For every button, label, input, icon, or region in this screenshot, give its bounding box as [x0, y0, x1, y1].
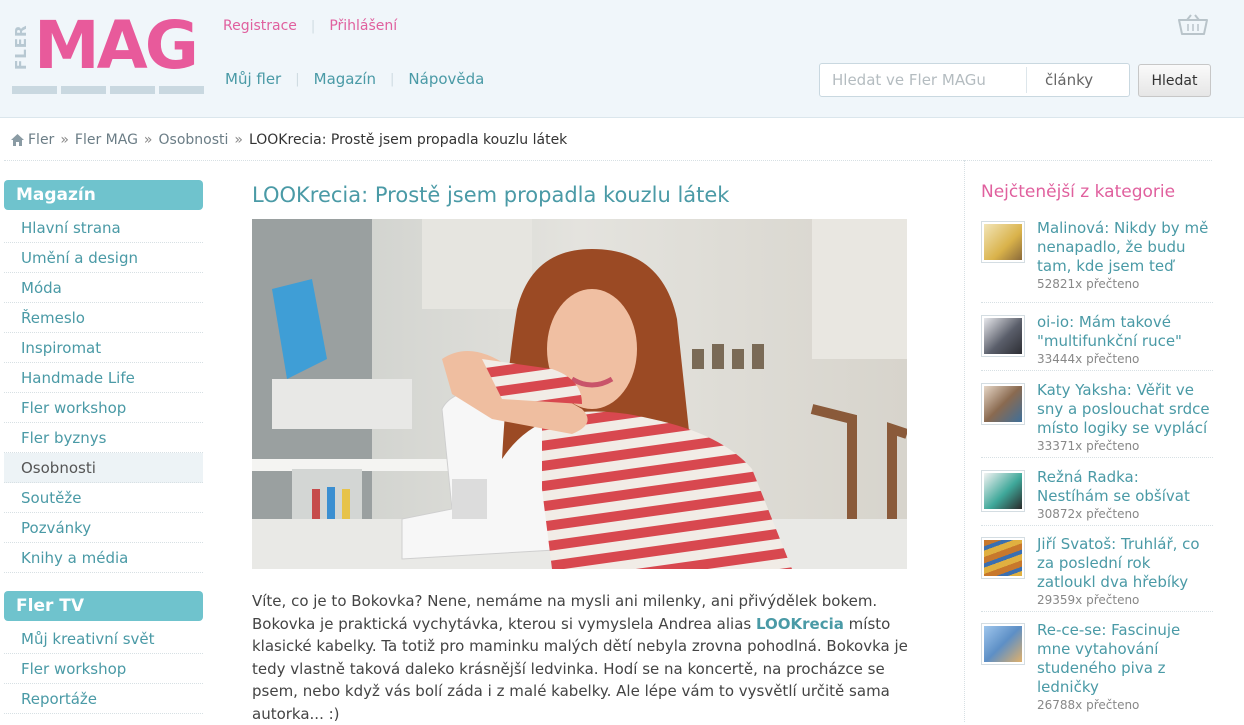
- popular-read-count: 29359x přečteno: [1037, 593, 1140, 607]
- breadcrumb-separator: »: [60, 132, 69, 148]
- left-sidebar: Magazín Hlavní strana Umění a design Mód…: [4, 180, 203, 714]
- popular-thumbnail[interactable]: [981, 221, 1025, 263]
- popular-title[interactable]: Režná Radka: Nestíhám se obšívat: [1037, 468, 1213, 506]
- basket-icon[interactable]: [1178, 14, 1208, 36]
- logo-fler-text: FLER: [12, 24, 30, 70]
- breadcrumb-separator: »: [234, 132, 243, 148]
- popular-read-count: 26788x přečteno: [1037, 698, 1140, 712]
- popular-thumbnail[interactable]: [981, 537, 1025, 579]
- sidebar-item-muj-kreativni-svet[interactable]: Můj kreativní svět: [4, 624, 203, 654]
- popular-sidebar: Nejčtenější z kategorie Malinová: Nikdy …: [981, 180, 1213, 712]
- sidebar-item-remeslo[interactable]: Řemeslo: [4, 303, 203, 333]
- nav-help[interactable]: Nápověda: [408, 70, 484, 88]
- author-link[interactable]: LOOKrecia: [756, 615, 844, 633]
- divider: |: [295, 71, 300, 87]
- popular-title[interactable]: Jiří Svatoš: Truhlář, co za poslední rok…: [1037, 535, 1213, 592]
- search-scope-select[interactable]: články: [1026, 67, 1093, 93]
- logo-mag-text: MAG: [34, 7, 199, 84]
- sidebar-item-reportaze[interactable]: Reportáže: [4, 684, 203, 714]
- sidebar-item-tv-fler-workshop[interactable]: Fler workshop: [4, 654, 203, 684]
- article-photo: [252, 219, 907, 569]
- breadcrumb: Fler » Fler MAG » Osobnosti » LOOKrecia:…: [11, 132, 567, 148]
- divider: [964, 160, 965, 722]
- popular-title[interactable]: Katy Yaksha: Věřit ve sny a poslouchat s…: [1037, 381, 1213, 438]
- sidebar-item-hlavni-strana[interactable]: Hlavní strana: [4, 213, 203, 243]
- article: LOOKrecia: Prostě jsem propadla kouzlu l…: [252, 180, 908, 723]
- sidebar-heading-fler-tv[interactable]: Fler TV: [4, 591, 203, 621]
- popular-title[interactable]: oi-io: Mám takové "multifunkční ruce": [1037, 313, 1213, 351]
- nav-my-fler[interactable]: Můj fler: [225, 70, 281, 88]
- popular-item[interactable]: Režná Radka: Nestíhám se obšívat 30872x …: [981, 468, 1213, 526]
- popular-item[interactable]: Malinová: Nikdy by mě nenapadlo, že budu…: [981, 219, 1213, 303]
- popular-read-count: 33444x přečteno: [1037, 352, 1140, 366]
- sidebar-item-fler-workshop[interactable]: Fler workshop: [4, 393, 203, 423]
- popular-read-count: 33371x přečteno: [1037, 439, 1140, 453]
- popular-heading: Nejčtenější z kategorie: [981, 182, 1176, 202]
- search-input[interactable]: [820, 65, 1026, 95]
- breadcrumb-current: LOOKrecia: Prostě jsem propadla kouzlu l…: [248, 132, 568, 148]
- popular-item[interactable]: Jiří Svatoš: Truhlář, co za poslední rok…: [981, 535, 1213, 612]
- article-title: LOOKrecia: Prostě jsem propadla kouzlu l…: [252, 183, 730, 207]
- sidebar-item-inspiromat[interactable]: Inspiromat: [4, 333, 203, 363]
- account-links: Registrace | Přihlášení: [223, 18, 397, 34]
- sidebar-item-pozvanky[interactable]: Pozvánky: [4, 513, 203, 543]
- sidebar-item-fler-byznys[interactable]: Fler byznys: [4, 423, 203, 453]
- popular-read-count: 52821x přečteno: [1037, 277, 1140, 291]
- divider: |: [390, 71, 395, 87]
- divider: |: [310, 18, 316, 34]
- popular-item[interactable]: Katy Yaksha: Věřit ve sny a poslouchat s…: [981, 381, 1213, 458]
- sidebar-item-moda[interactable]: Móda: [4, 273, 203, 303]
- home-icon: [11, 134, 24, 146]
- popular-read-count: 30872x přečteno: [1037, 507, 1140, 521]
- login-link[interactable]: Přihlášení: [329, 18, 397, 34]
- sidebar-item-souteze[interactable]: Soutěže: [4, 483, 203, 513]
- popular-thumbnail[interactable]: [981, 315, 1025, 357]
- popular-thumbnail[interactable]: [981, 623, 1025, 665]
- breadcrumb-separator: »: [143, 132, 153, 148]
- breadcrumb-fler[interactable]: Fler: [28, 132, 54, 148]
- sidebar-item-umeni-a-design[interactable]: Umění a design: [4, 243, 203, 273]
- breadcrumb-osobnosti[interactable]: Osobnosti: [159, 132, 229, 148]
- sidebar-item-osobnosti[interactable]: Osobnosti: [4, 453, 203, 483]
- divider: [4, 160, 1212, 161]
- sidebar-item-knihy-a-media[interactable]: Knihy a média: [4, 543, 203, 573]
- logo-underline: [12, 86, 204, 94]
- popular-thumbnail[interactable]: [981, 383, 1025, 425]
- popular-title[interactable]: Malinová: Nikdy by mě nenapadlo, že budu…: [1037, 219, 1213, 276]
- sidebar-item-handmade-life[interactable]: Handmade Life: [4, 363, 203, 393]
- popular-title[interactable]: Re-ce-se: Fascinuje mne vytahování stude…: [1037, 621, 1213, 697]
- popular-item[interactable]: oi-io: Mám takové "multifunkční ruce" 33…: [981, 313, 1213, 371]
- register-link[interactable]: Registrace: [223, 18, 297, 34]
- article-intro: Víte, co je to Bokovka? Nene, nemáme na …: [252, 590, 908, 725]
- search-button[interactable]: Hledat: [1138, 64, 1211, 97]
- breadcrumb-fler-mag[interactable]: Fler MAG: [75, 132, 138, 148]
- popular-item[interactable]: Re-ce-se: Fascinuje mne vytahování stude…: [981, 621, 1213, 712]
- popular-thumbnail[interactable]: [981, 470, 1025, 512]
- search-box: články: [819, 63, 1130, 97]
- nav-magazine[interactable]: Magazín: [314, 70, 376, 88]
- main-nav: Můj fler | Magazín | Nápověda: [225, 70, 484, 88]
- site-header: FLER MAG Registrace | Přihlášení Můj fle…: [0, 0, 1244, 118]
- fler-mag-logo[interactable]: FLER MAG: [12, 7, 204, 96]
- sidebar-heading-magazine[interactable]: Magazín: [4, 180, 203, 210]
